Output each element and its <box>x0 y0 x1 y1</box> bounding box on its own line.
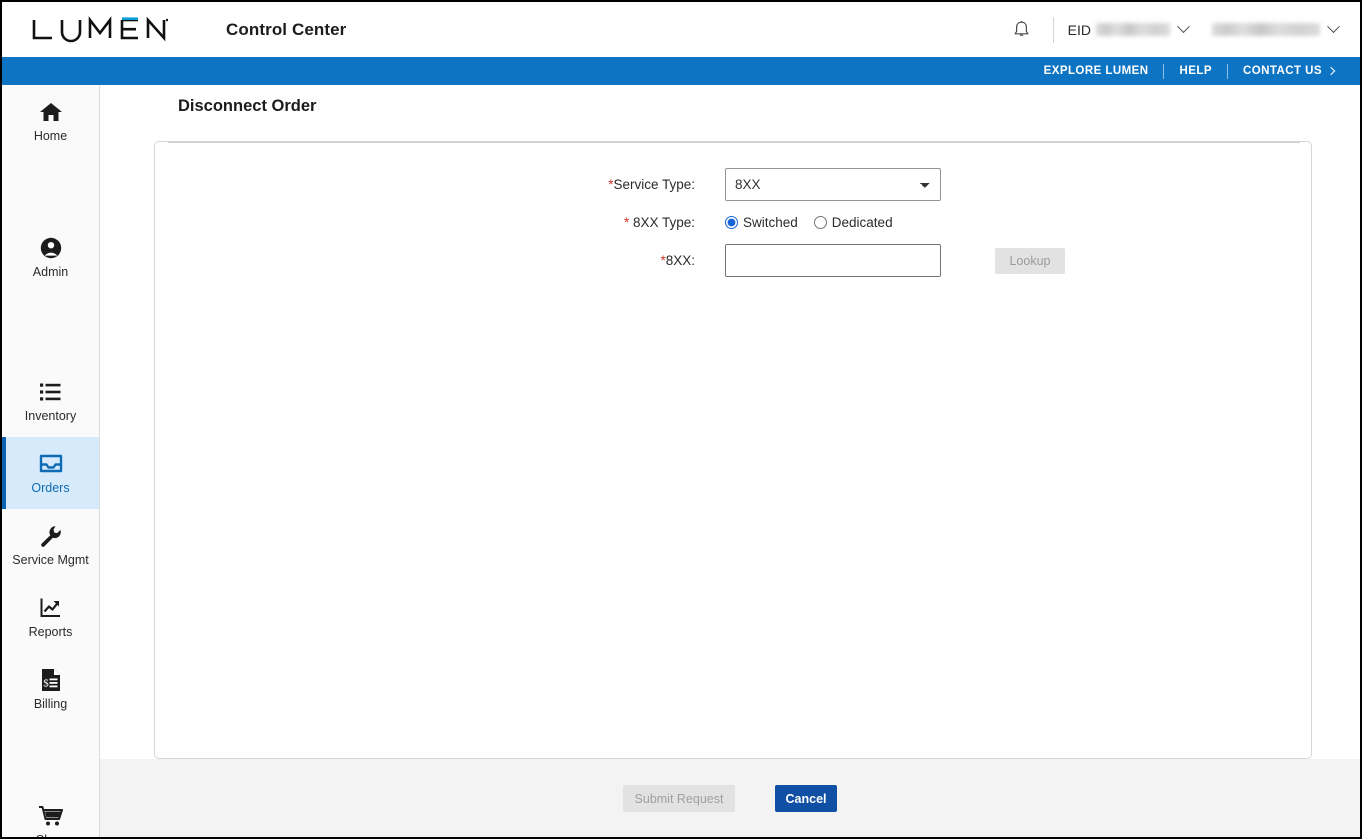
sidebar-item-label: Shop <box>36 833 65 838</box>
chevron-right-icon <box>1326 66 1336 76</box>
card-top-divider <box>168 142 1300 143</box>
sidebar-item-label: Reports <box>28 624 73 639</box>
eid-label: EID <box>1067 21 1091 38</box>
form-footer: Submit Request Cancel <box>100 759 1360 837</box>
main-content: Disconnect Order *Service Type: 8XX * 8X… <box>100 85 1360 837</box>
application-window: Control Center EID EXPLORE LUMEN HELP CO… <box>0 0 1362 839</box>
sidebar-item-home[interactable]: Home <box>2 85 99 157</box>
sidebar-item-admin[interactable]: Admin <box>2 221 99 293</box>
radio-dedicated-input[interactable] <box>813 216 827 229</box>
sidebar-item-label: Service Mgmt <box>12 552 89 567</box>
invoice-icon: $ <box>40 667 62 693</box>
service-type-select[interactable]: 8XX <box>725 168 941 201</box>
sidebar-item-orders[interactable]: Orders <box>2 437 99 509</box>
bell-icon <box>1014 20 1029 36</box>
8xx-type-label-text: 8XX Type: <box>629 215 695 230</box>
svg-text:$: $ <box>43 677 49 689</box>
chart-trend-icon <box>39 595 63 621</box>
top-header: Control Center EID <box>2 2 1360 57</box>
8xx-type-label: * 8XX Type: <box>155 215 725 230</box>
header-divider <box>1052 16 1054 43</box>
app-title: Control Center <box>226 19 347 39</box>
user-circle-icon <box>39 235 63 261</box>
radio-switched-input[interactable] <box>725 216 738 229</box>
sidebar-item-inventory[interactable]: Inventory <box>2 365 99 437</box>
sidebar-item-label: Inventory <box>24 408 77 423</box>
sidebar-item-shop[interactable]: Shop <box>2 789 99 838</box>
shopping-cart-icon <box>38 803 64 829</box>
nav-help[interactable]: HELP <box>1179 65 1211 77</box>
lumen-logo[interactable] <box>32 15 168 44</box>
inbox-tray-icon <box>38 451 64 477</box>
sidebar-item-reports[interactable]: Reports <box>2 581 99 653</box>
service-type-label-text: Service Type: <box>613 177 695 192</box>
radio-option-dedicated[interactable]: Dedicated <box>813 215 893 230</box>
lumen-logo-mark <box>32 15 168 42</box>
radio-switched-label: Switched <box>743 215 798 230</box>
8xx-label-text: 8XX: <box>665 253 695 268</box>
nav-contact-us[interactable]: CONTACT US <box>1242 65 1336 77</box>
eid-selector[interactable]: EID <box>1067 20 1190 38</box>
field-row-8xx-type: * 8XX Type: Switched Dedicated <box>155 215 1311 230</box>
utility-nav-divider <box>1226 63 1228 79</box>
header-right-group: EID <box>1005 2 1340 57</box>
eid-value-redacted <box>1096 23 1170 36</box>
sidebar-item-billing[interactable]: $ Billing <box>2 653 99 725</box>
disconnect-order-form: *Service Type: 8XX * 8XX Type: Switched … <box>155 168 1311 291</box>
radio-option-switched[interactable]: Switched <box>725 215 798 230</box>
nav-explore-lumen[interactable]: EXPLORE LUMEN <box>1044 65 1149 77</box>
submit-request-button[interactable]: Submit Request <box>623 785 735 812</box>
service-type-label: *Service Type: <box>155 177 725 192</box>
user-name-redacted <box>1212 23 1320 36</box>
field-row-service-type: *Service Type: 8XX <box>155 168 1311 201</box>
field-row-8xx: *8XX: Lookup <box>155 244 1311 277</box>
chevron-down-icon <box>1177 20 1190 34</box>
8xx-input[interactable] <box>725 244 941 277</box>
nav-contact-us-label: CONTACT US <box>1242 65 1322 77</box>
cancel-button[interactable]: Cancel <box>775 785 837 812</box>
form-card: *Service Type: 8XX * 8XX Type: Switched … <box>154 141 1312 759</box>
home-icon <box>39 99 63 125</box>
sidebar-item-label: Home <box>33 128 68 143</box>
utility-nav-divider <box>1163 63 1165 79</box>
wrench-icon <box>39 523 63 549</box>
sidebar-item-label: Orders <box>31 480 70 495</box>
lookup-button[interactable]: Lookup <box>995 247 1065 274</box>
sidebar-nav: Home Admin Inventory Orders Service Mgmt… <box>2 85 100 838</box>
8xx-label: *8XX: <box>155 253 725 268</box>
chevron-down-icon <box>1327 20 1340 34</box>
utility-nav: EXPLORE LUMEN HELP CONTACT US <box>2 57 1360 85</box>
user-account-selector[interactable] <box>1212 20 1340 36</box>
page-title: Disconnect Order <box>178 97 317 115</box>
notifications-button[interactable] <box>1005 13 1039 47</box>
radio-dedicated-label: Dedicated <box>831 215 893 230</box>
list-icon <box>39 379 63 405</box>
sidebar-item-label: Admin <box>32 264 69 279</box>
sidebar-item-service-mgmt[interactable]: Service Mgmt <box>2 509 99 581</box>
sidebar-item-label: Billing <box>33 696 68 711</box>
